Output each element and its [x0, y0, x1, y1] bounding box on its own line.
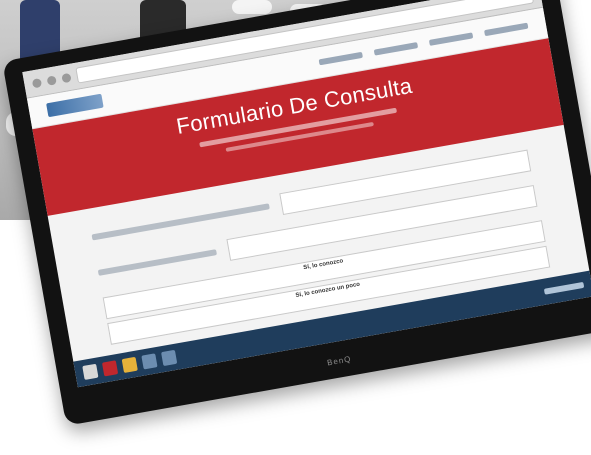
- site-logo[interactable]: [46, 93, 104, 118]
- start-icon[interactable]: [82, 363, 99, 380]
- nav-link[interactable]: [318, 51, 363, 66]
- forward-icon[interactable]: [46, 74, 57, 86]
- app-icon[interactable]: [101, 360, 119, 377]
- monitor: Formulario De Consulta Sí, lo conozco Sí…: [2, 0, 591, 426]
- clock: [543, 281, 585, 295]
- monitor-brand-logo: BenQ: [326, 354, 353, 368]
- nav-link[interactable]: [484, 22, 529, 37]
- app-icon[interactable]: [141, 353, 158, 370]
- white-shoe: [232, 0, 272, 14]
- question-label: [91, 203, 270, 241]
- back-icon[interactable]: [31, 77, 43, 88]
- nav-link[interactable]: [373, 42, 419, 56]
- nav-link[interactable]: [428, 32, 474, 46]
- question-label: [97, 249, 218, 276]
- app-icon[interactable]: [121, 356, 138, 373]
- monitor-screen: Formulario De Consulta Sí, lo conozco Sí…: [22, 0, 591, 388]
- app-icon[interactable]: [161, 349, 178, 367]
- reload-icon[interactable]: [61, 72, 72, 83]
